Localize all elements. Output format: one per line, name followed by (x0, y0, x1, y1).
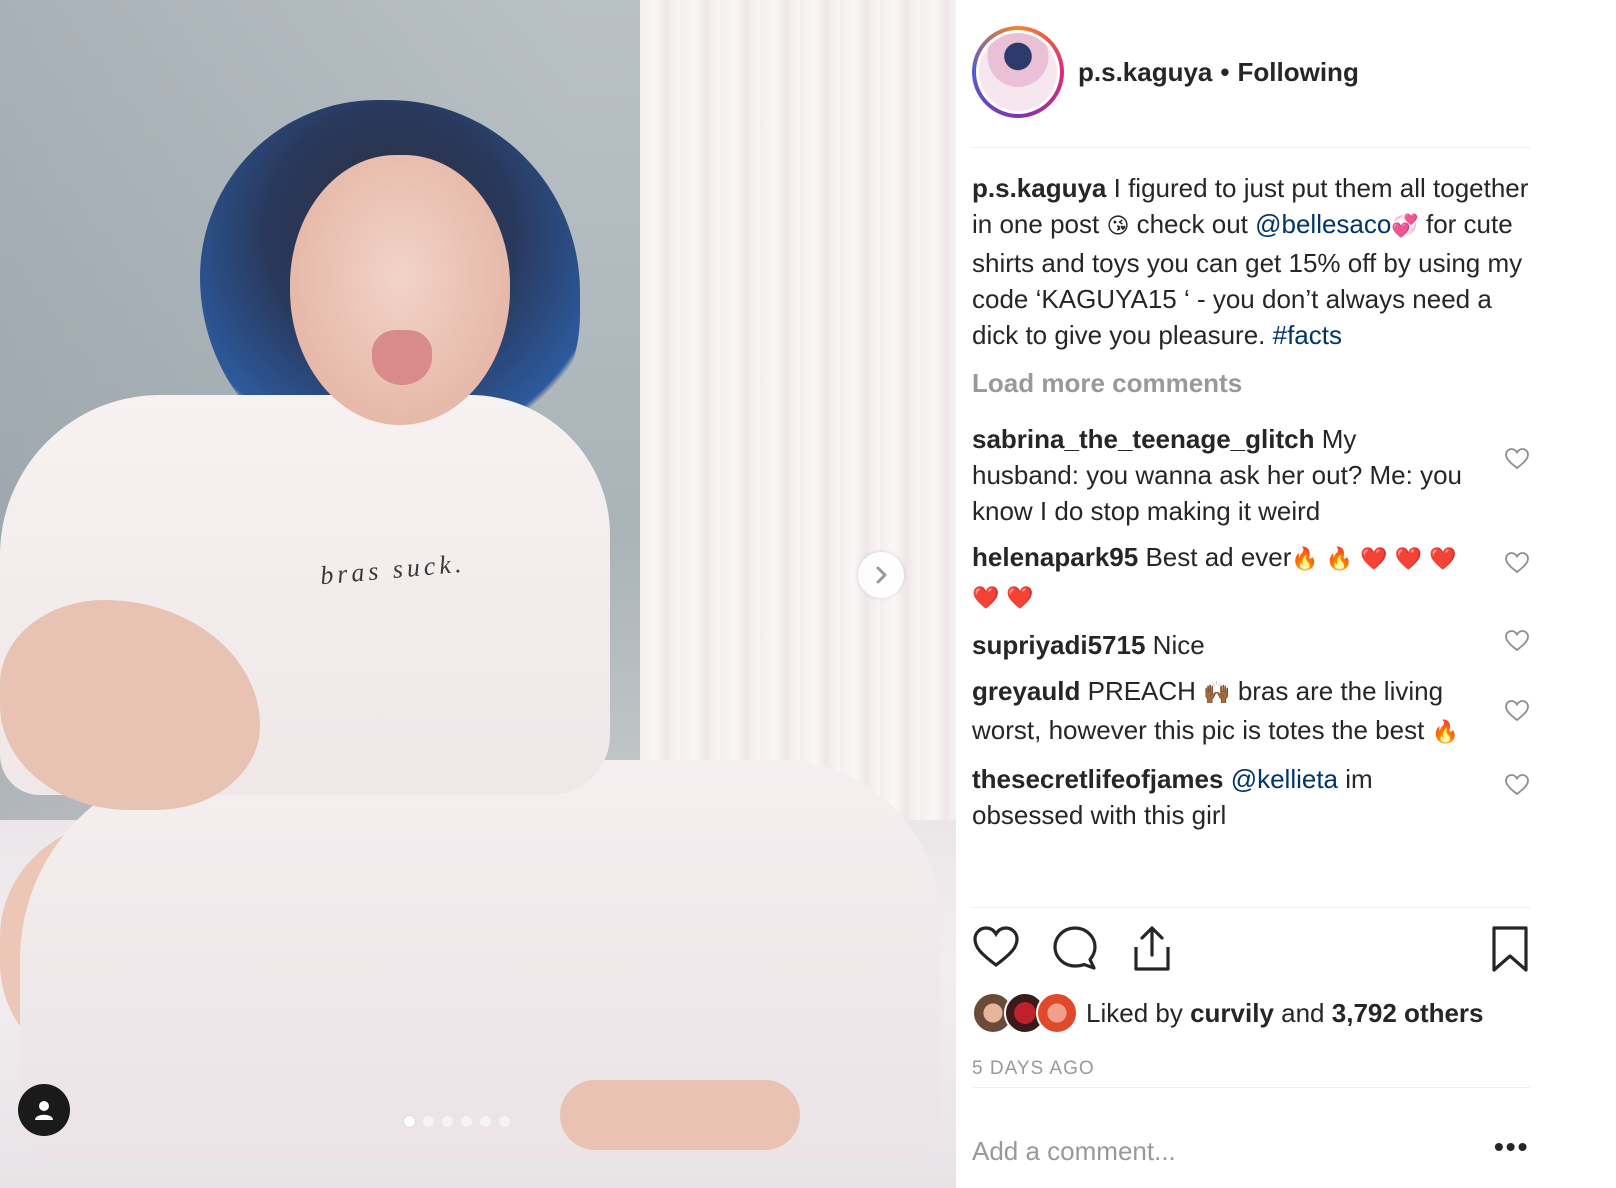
caption-hashtag-link[interactable]: #facts (1273, 320, 1342, 350)
comment-item: greyauld PREACH 🙌🏾 bras are the living w… (972, 673, 1530, 751)
post-timestamp[interactable]: 5 DAYS AGO (972, 1058, 1095, 1080)
liked-by-user[interactable]: curvily (1190, 998, 1274, 1029)
liker-avatars[interactable] (972, 992, 1078, 1034)
footer-divider (972, 1087, 1530, 1088)
comment-username[interactable]: greyauld (972, 676, 1080, 706)
carousel-indicator (404, 1116, 510, 1127)
user-tag-button[interactable] (18, 1084, 70, 1136)
photo-tongue (372, 330, 432, 385)
photo-pants (20, 760, 940, 1160)
add-comment-input[interactable]: Add a comment... (972, 1136, 1176, 1167)
comment-text: Nice (1145, 630, 1205, 660)
photo-foot (560, 1080, 800, 1150)
post-photo[interactable]: bras suck. (0, 0, 956, 1188)
comment-username[interactable]: thesecretlifeofjames (972, 764, 1223, 794)
more-options-button[interactable]: ••• (1494, 1131, 1529, 1163)
small-heart-icon[interactable] (1504, 551, 1530, 575)
header-separator: • (1220, 56, 1230, 87)
likes-count[interactable]: 3,792 others (1332, 998, 1484, 1029)
post-sidebar: p.s.kaguya • Following p.s.kaguya I figu… (956, 0, 1616, 1188)
carousel-dot (461, 1116, 472, 1127)
carousel-dot-active (404, 1116, 415, 1127)
comments-list: p.s.kaguya I figured to just put them al… (972, 170, 1530, 905)
comment-icon[interactable] (1052, 925, 1098, 971)
header-divider (972, 147, 1530, 148)
avatar (979, 33, 1057, 111)
chevron-right-icon (876, 566, 887, 584)
bookmark-icon[interactable] (1490, 925, 1530, 973)
share-icon[interactable] (1130, 925, 1174, 973)
likes-summary: Liked by curvily and 3,792 others (972, 992, 1484, 1034)
comment-username[interactable]: helenapark95 (972, 542, 1138, 572)
caption-mention-link[interactable]: @bellesaco (1255, 209, 1391, 239)
comment-text: Best ad ever (1138, 542, 1292, 572)
comment-item: helenapark95 Best ad ever🔥 🔥 ❤️ ❤️ ❤️ ❤️… (972, 539, 1530, 617)
post-caption: p.s.kaguya I figured to just put them al… (972, 173, 1529, 350)
small-heart-icon[interactable] (1504, 773, 1530, 797)
carousel-dot (480, 1116, 491, 1127)
load-more-comments-button[interactable]: Load more comments (972, 365, 1530, 401)
carousel-dot (442, 1116, 453, 1127)
comment-item: supriyadi5715 Nice (972, 627, 1530, 663)
post-header: p.s.kaguya • Following (972, 22, 1532, 122)
comment-username[interactable]: sabrina_the_teenage_glitch (972, 424, 1314, 454)
comment-mention-link[interactable]: @kellieta (1231, 764, 1338, 794)
follow-status-button[interactable]: Following (1238, 57, 1359, 88)
header-user-info: p.s.kaguya • Following (1078, 57, 1359, 88)
carousel-dot (423, 1116, 434, 1127)
comment-item: thesecretlifeofjames @kellieta im obsess… (972, 761, 1530, 833)
liker-avatar (1036, 992, 1078, 1034)
story-ring[interactable] (972, 26, 1064, 118)
small-heart-icon[interactable] (1504, 629, 1530, 653)
small-heart-icon[interactable] (1504, 447, 1530, 471)
post-actions (972, 925, 1530, 985)
user-tag-icon (35, 1101, 53, 1120)
header-username[interactable]: p.s.kaguya (1078, 57, 1212, 88)
caption-username[interactable]: p.s.kaguya (972, 173, 1106, 203)
comment-username[interactable]: supriyadi5715 (972, 630, 1145, 660)
heart-icon[interactable] (972, 925, 1020, 969)
comments-divider (972, 907, 1530, 908)
next-photo-button[interactable] (858, 552, 904, 598)
small-heart-icon[interactable] (1504, 699, 1530, 723)
carousel-dot (499, 1116, 510, 1127)
comment-item: sabrina_the_teenage_glitch My husband: y… (972, 421, 1530, 529)
